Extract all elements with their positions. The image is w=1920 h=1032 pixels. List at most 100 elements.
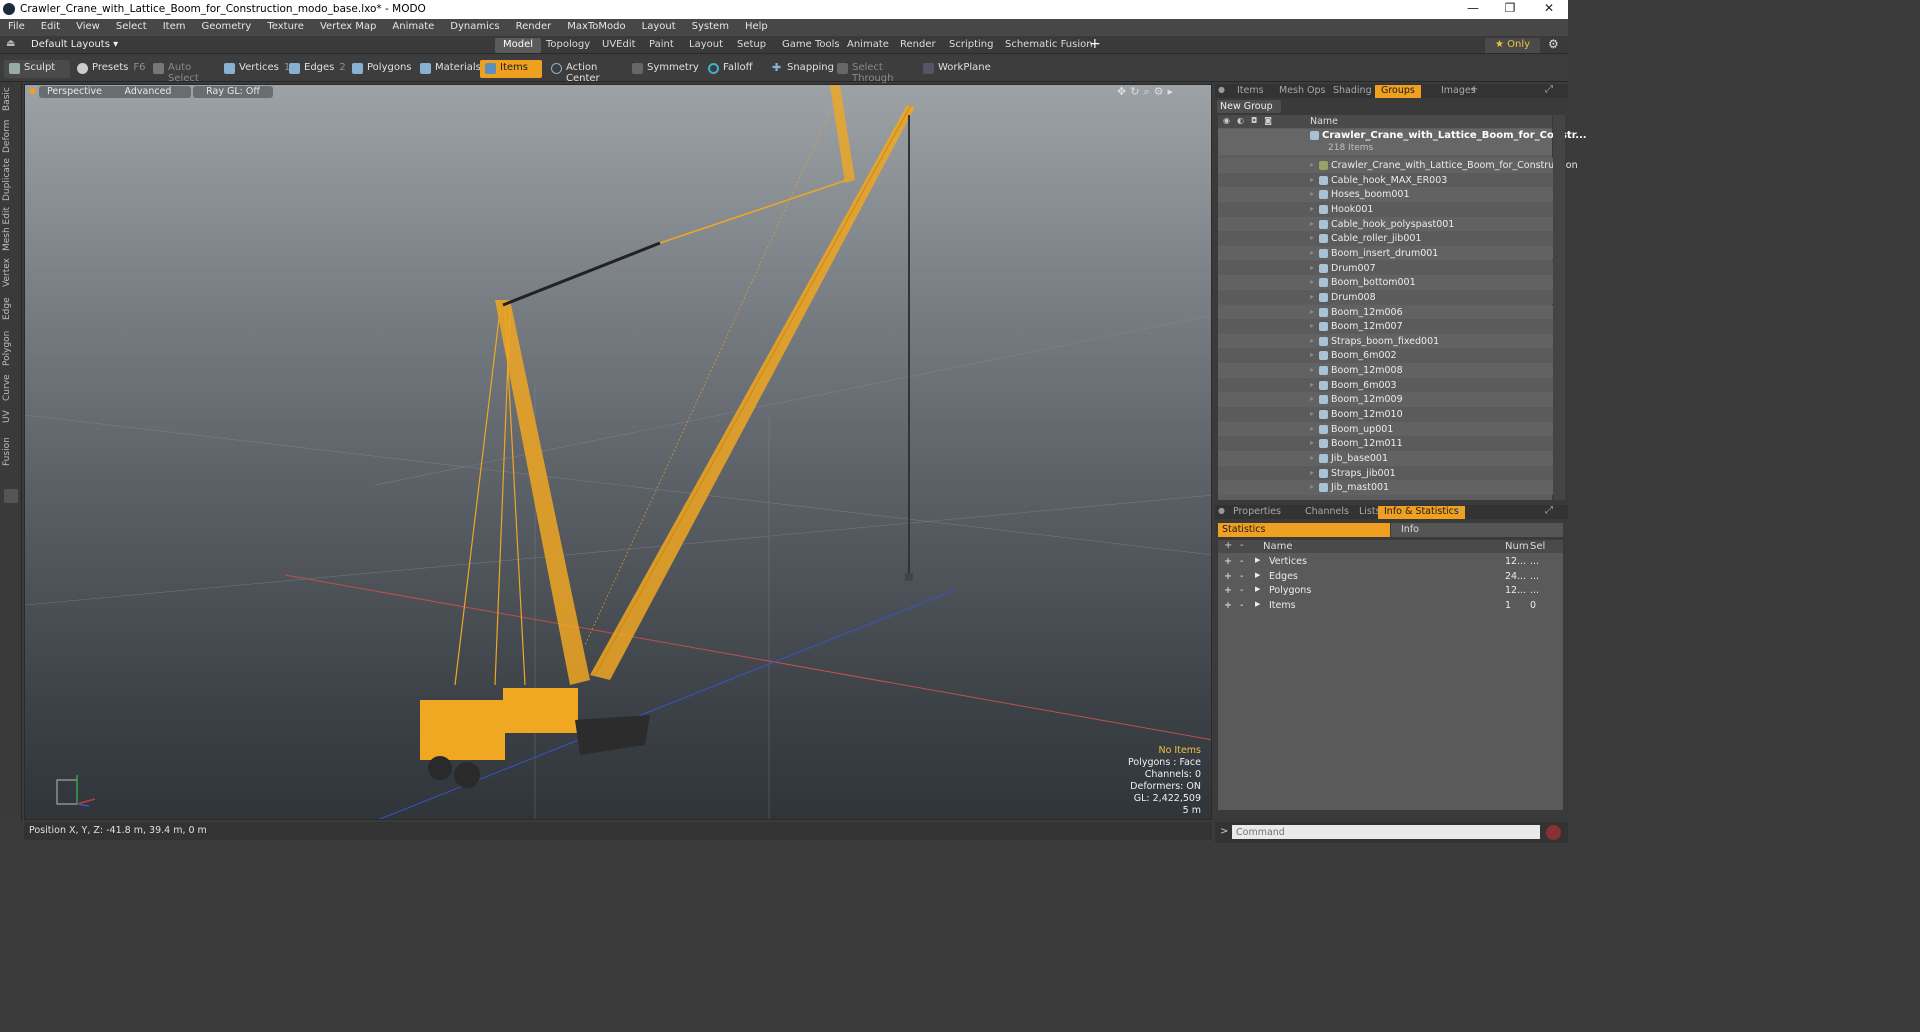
group-list-item[interactable]: ▸ Cable_hook_MAX_ER003 [1218,172,1555,188]
vtab-vertex[interactable]: Vertex [2,257,19,289]
expand-arrow-icon[interactable]: ▸ [1310,394,1314,403]
expand-arrow-icon[interactable]: ▸ [1310,233,1314,242]
stat-remove-icon[interactable]: - [1240,556,1243,567]
menu-maxtomodo[interactable]: MaxToModo [559,19,633,36]
vtab-mesh-edit[interactable]: Mesh Edit [2,207,19,251]
tab-layout[interactable]: Layout [681,38,731,53]
expand-arrow-icon[interactable]: ▸ [1310,438,1314,447]
3d-viewport[interactable]: ● Perspective Advanced Ray GL: Off ✥↻⌕⚙▸… [24,84,1212,820]
group-list-item[interactable]: ▸ Cable_roller_jib001 [1218,231,1555,246]
tab-paint[interactable]: Paint [641,38,682,53]
vtab-edge[interactable]: Edge [2,295,19,323]
group-list-item[interactable]: ▸ Boom_12m007 [1218,319,1555,334]
edges-button[interactable]: Edges 2 [284,60,350,78]
stat-add-icon[interactable]: + [1224,600,1232,611]
add-stats-tab-button[interactable]: + [1455,505,1463,516]
menu-layout[interactable]: Layout [634,19,684,36]
advanced-dropdown[interactable]: Advanced [105,86,191,98]
materials-button[interactable]: Materials [415,60,481,78]
stat-expand-icon[interactable]: ▶ [1255,571,1260,579]
group-list-item[interactable]: ▸ Crawler_Crane_with_Lattice_Boom_for_Con… [1218,158,1578,173]
group-list-item[interactable]: ▸ Straps_boom_fixed001 [1218,333,1555,349]
menu-file[interactable]: File [0,19,33,36]
tab-channels[interactable]: Channels [1299,506,1355,519]
group-list-item[interactable]: ▸ Boom_12m009 [1218,392,1555,407]
group-list-item[interactable]: ▸ Cable_hook_polyspast001 [1218,216,1555,232]
group-list-item[interactable]: ▸ Boom_bottom001 [1218,275,1555,290]
menu-dynamics[interactable]: Dynamics [442,19,507,36]
menu-animate[interactable]: Animate [384,19,442,36]
group-list-item[interactable]: ▸ Boom_12m010 [1218,407,1555,422]
stat-remove-icon[interactable]: - [1240,571,1243,582]
stat-add-icon[interactable]: + [1224,556,1232,567]
command-input[interactable] [1232,825,1540,839]
expand-stats-panel-icon[interactable]: ⤢ [1545,505,1553,516]
layout-expand-icon[interactable]: ⏏ [6,38,15,49]
tab-game-tools[interactable]: Game Tools [774,38,848,53]
expand-panel-icon[interactable]: ⤢ [1545,84,1553,95]
groups-scrollbar[interactable] [1553,115,1565,500]
vtab-curve[interactable]: Curve [2,373,19,403]
tab-uvedit[interactable]: UVEdit [594,38,644,53]
menu-geometry[interactable]: Geometry [193,19,259,36]
tab-topology[interactable]: Topology [538,38,598,53]
vtab-polygon[interactable]: Polygon [2,329,19,367]
viewport-menu-icon[interactable]: ● [29,86,36,95]
tab-mesh-ops[interactable]: Mesh Ops [1273,85,1332,98]
menu-render[interactable]: Render [508,19,560,36]
statistics-subtab[interactable]: Statistics [1218,523,1390,537]
tab-properties[interactable]: Properties [1227,506,1287,519]
vtab-duplicate[interactable]: Duplicate [2,158,19,201]
auto-select-button[interactable]: Auto Select [148,60,218,84]
group-list-item[interactable]: ▸ Jib_base001 [1218,451,1555,466]
add-panel-tab-button[interactable]: + [1470,84,1478,95]
group-list-item[interactable]: ▸ Straps_jib001 [1218,465,1555,481]
group-list-item[interactable]: ▸ Boom_12m008 [1218,363,1555,378]
snapping-button[interactable]: ✚ Snapping [767,60,834,78]
tab-groups[interactable]: Groups [1375,85,1421,98]
menu-edit[interactable]: Edit [33,19,68,36]
tab-shading[interactable]: Shading [1327,85,1378,98]
expand-arrow-icon[interactable]: ▸ [1310,219,1314,228]
perspective-dropdown[interactable]: Perspective [39,86,111,98]
group-list-item[interactable]: ▸ Boom_insert_drum001 [1218,245,1555,261]
sculpt-button[interactable]: Sculpt [4,60,70,78]
group-root-row[interactable]: Crawler_Crane_with_Lattice_Boom_for_Cons… [1218,129,1587,155]
stat-expand-icon[interactable]: ▶ [1255,556,1260,564]
expand-arrow-icon[interactable]: ▸ [1310,175,1314,184]
menu-view[interactable]: View [68,19,108,36]
group-list-item[interactable]: ▸ Boom_up001 [1218,421,1555,437]
items-button[interactable]: Items [480,60,542,78]
raygl-dropdown[interactable]: Ray GL: Off [193,86,273,98]
panel-toggle-icon[interactable] [4,489,18,503]
group-list-item[interactable]: ▸ Drum007 [1218,260,1555,276]
group-list-item[interactable]: ▸ Boom_12m006 [1218,304,1555,320]
expand-arrow-icon[interactable]: ▸ [1310,248,1314,257]
menu-vertex-map[interactable]: Vertex Map [312,19,384,36]
viewport-nav-icons[interactable]: ✥↻⌕⚙▸ [1117,85,1177,99]
expand-arrow-icon[interactable]: ▸ [1310,307,1314,316]
expand-arrow-icon[interactable]: ▸ [1310,409,1314,418]
vtab-fusion[interactable]: Fusion [2,437,19,467]
tab-animate[interactable]: Animate [839,38,897,53]
menu-item[interactable]: Item [155,19,194,36]
symmetry-button[interactable]: Symmetry [627,60,699,78]
layout-preset-dropdown[interactable]: Default Layouts ▾ [31,39,118,50]
vtab-basic[interactable]: Basic [2,85,19,113]
add-tab-button[interactable]: + [1089,36,1101,52]
expand-arrow-icon[interactable]: ▸ [1310,189,1314,198]
stat-add-icon[interactable]: + [1224,571,1232,582]
group-list-item[interactable]: ▸ Jib_mast001 [1218,480,1555,495]
group-list-item[interactable]: ▸ Boom_12m011 [1218,436,1555,451]
statistics-row[interactable]: + - ▶ Items 1 0 [1218,599,1563,614]
menu-system[interactable]: System [684,19,737,36]
stat-expand-icon[interactable]: ▶ [1255,585,1260,593]
menu-texture[interactable]: Texture [259,19,312,36]
vertices-button[interactable]: Vertices 1 [219,60,290,78]
statistics-row[interactable]: + - ▶ Edges 24...... [1218,570,1563,585]
group-list-item[interactable]: ▸ Boom_6m002 [1218,348,1555,364]
group-list-item[interactable]: ▸ Hook001 [1218,201,1555,217]
menu-select[interactable]: Select [108,19,155,36]
expand-arrow-icon[interactable]: ▸ [1310,160,1314,169]
tab-model[interactable]: Model [495,38,542,53]
